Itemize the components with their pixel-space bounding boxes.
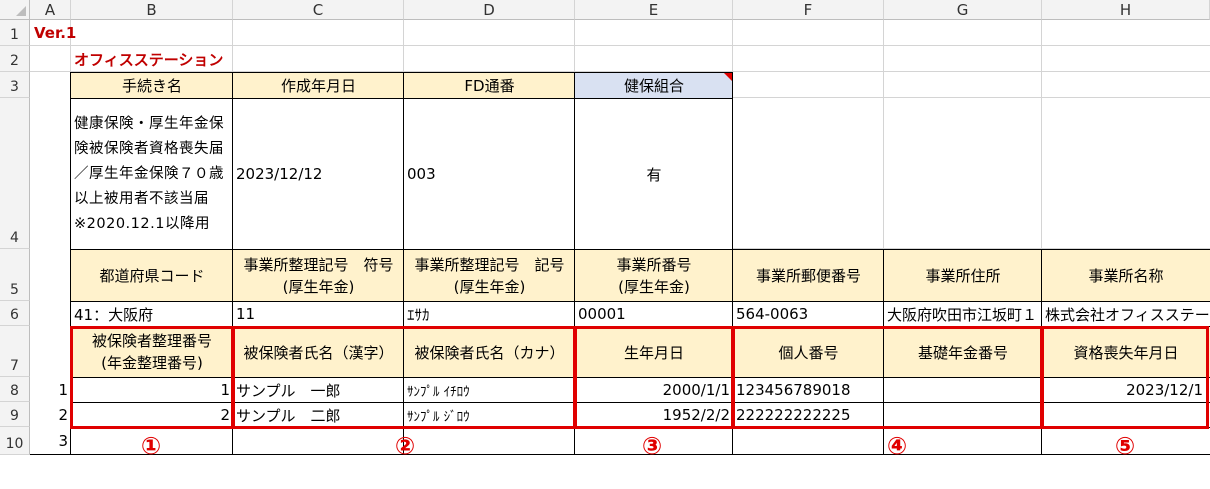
row-header-2[interactable]: 2 xyxy=(0,46,30,72)
column-header-c[interactable]: C xyxy=(233,0,404,20)
header-prefecture-code: 都道府県コード xyxy=(99,266,205,285)
header-procedure-name: 手続き名 xyxy=(121,76,182,95)
header-office-code-symbol: 事業所整理記号 符号 (厚生年金) xyxy=(243,255,394,296)
marker-5: ⑤ xyxy=(1114,432,1136,460)
office-number-value[interactable]: 00001 xyxy=(575,302,733,326)
prefecture-code-value[interactable]: 41：大阪府 xyxy=(71,302,233,326)
header-office-code-mark: 事業所整理記号 記号 (厚生年金) xyxy=(414,255,565,296)
fd-serial-value[interactable]: 003 xyxy=(404,99,575,249)
row-header-8[interactable]: 8 xyxy=(0,377,30,402)
row-index[interactable]: 1 xyxy=(30,378,71,402)
header-office-zip: 事業所郵便番号 xyxy=(755,267,861,285)
column-header-g[interactable]: G xyxy=(884,0,1042,20)
row-header-3[interactable]: 3 xyxy=(0,72,30,98)
version-label: Ver.1 xyxy=(34,24,77,42)
header-office-number: 事業所番号 (厚生年金) xyxy=(616,255,692,296)
office-name-value[interactable]: 株式会社オフィスステー xyxy=(1042,302,1210,326)
highlight-box-2 xyxy=(232,326,576,429)
column-header-e[interactable]: E xyxy=(575,0,733,20)
office-address-value[interactable]: 大阪府吹田市江坂町１ xyxy=(884,302,1042,326)
highlight-box-1 xyxy=(70,326,234,429)
row-header-4[interactable]: 4 xyxy=(0,98,30,249)
row-header-6[interactable]: 6 xyxy=(0,301,30,326)
office-zip-value[interactable]: 564-0063 xyxy=(733,302,884,326)
column-header-f[interactable]: F xyxy=(733,0,884,20)
highlight-box-5 xyxy=(1041,326,1209,429)
row-header-7[interactable]: 7 xyxy=(0,326,30,377)
office-code-mark-value[interactable]: ｴｻｶ xyxy=(404,302,575,326)
select-all-corner[interactable] xyxy=(0,0,30,20)
row-header-1[interactable]: 1 xyxy=(0,20,30,46)
marker-2: ② xyxy=(394,432,416,460)
health-union-value[interactable]: 有 xyxy=(575,99,733,249)
header-created-date: 作成年月日 xyxy=(280,76,356,95)
column-header-a[interactable]: A xyxy=(30,0,71,20)
office-code-symbol-value[interactable]: 11 xyxy=(233,302,404,326)
marker-1: ① xyxy=(140,432,162,460)
row-index[interactable]: 2 xyxy=(30,403,71,427)
marker-3: ③ xyxy=(641,432,663,460)
header-fd-serial: FD通番 xyxy=(464,76,515,95)
created-date-value[interactable]: 2023/12/12 xyxy=(233,99,404,249)
highlight-box-4 xyxy=(732,326,1043,429)
header-office-address: 事業所住所 xyxy=(925,267,1001,285)
highlight-box-3 xyxy=(574,326,734,429)
header-health-union: 健保組合 xyxy=(623,76,684,95)
row-index[interactable]: 3 xyxy=(30,428,71,454)
row-header-9[interactable]: 9 xyxy=(0,402,30,427)
spreadsheet: A B C D E F G H 1 2 3 4 5 6 7 8 9 10 Ver… xyxy=(0,0,1210,489)
row-header-10[interactable]: 10 xyxy=(0,427,30,455)
brand-title: オフィスステーション xyxy=(74,50,224,69)
header-office-name: 事業所名称 xyxy=(1088,267,1164,285)
column-header-b[interactable]: B xyxy=(71,0,233,20)
procedure-name-value[interactable]: 健康保険・厚生年金保険被保険者資格喪失届／厚生年金保険７０歳以上被用者不該当届 … xyxy=(71,99,233,249)
comment-indicator-icon[interactable] xyxy=(724,73,732,81)
row-header-5[interactable]: 5 xyxy=(0,249,30,301)
column-header-d[interactable]: D xyxy=(404,0,575,20)
marker-4: ④ xyxy=(886,432,908,460)
column-header-h[interactable]: H xyxy=(1042,0,1210,20)
